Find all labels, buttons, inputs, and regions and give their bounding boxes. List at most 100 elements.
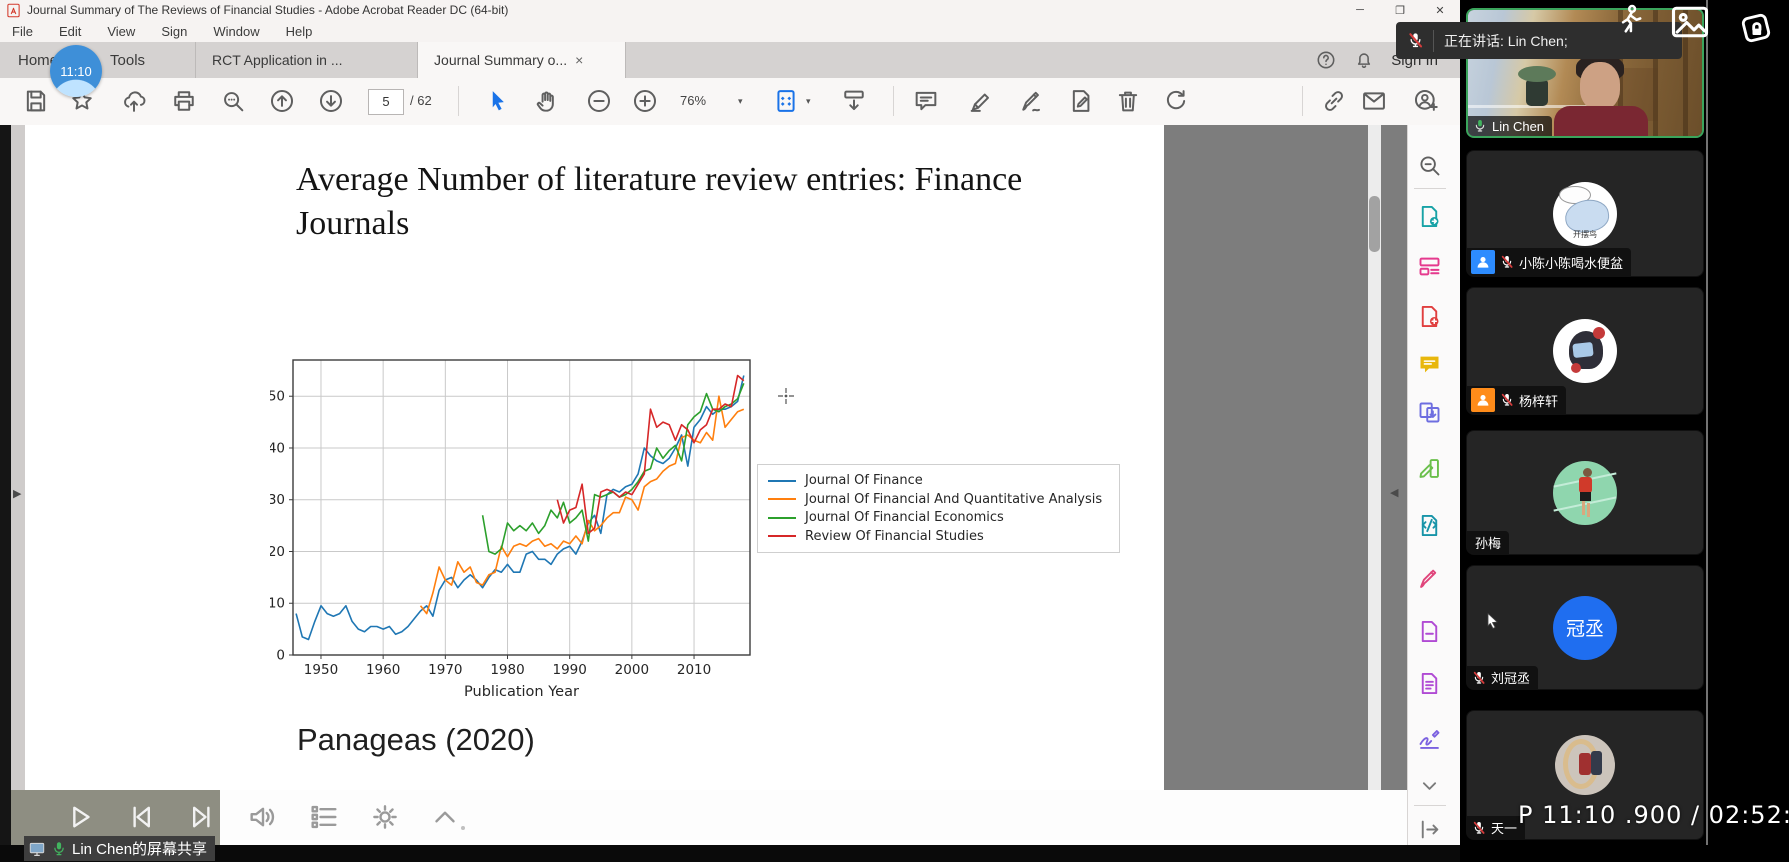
meeting-sidebar: Lin Chen 开摆鸟 小陈小陈喝水便盆 杨梓轩 [1460, 0, 1789, 862]
menu-file[interactable]: File [12, 24, 33, 39]
slide-title: Average Number of literature review entr… [296, 158, 1106, 246]
monitor-icon [28, 840, 46, 858]
page-total: / 62 [410, 89, 432, 113]
scrollbar-thumb[interactable] [1369, 196, 1380, 252]
participant-tile[interactable]: 孙梅 [1466, 430, 1704, 555]
tool-export-pdf-icon[interactable] [1416, 203, 1443, 230]
tool-request-signatures-icon[interactable] [1416, 726, 1443, 753]
doc-tab-journal-summary[interactable]: Journal Summary o... × [417, 42, 626, 78]
tool-organize-pages-icon[interactable] [1416, 253, 1443, 280]
mic-muted-icon [1499, 392, 1515, 408]
legend-entry: Journal Of Financial Economics [768, 510, 1119, 525]
tool-combine-files-icon[interactable] [1416, 399, 1443, 426]
tool-compress-pdf-icon[interactable] [1416, 512, 1443, 539]
select-cursor-icon[interactable] [484, 87, 512, 115]
mic-muted-icon [1499, 254, 1515, 270]
close-button[interactable]: ✕ [1420, 0, 1460, 20]
menu-view[interactable]: View [107, 24, 135, 39]
profile-sign-in-icon[interactable] [1412, 87, 1440, 115]
svg-text:2000: 2000 [615, 662, 649, 678]
trash-icon[interactable] [1114, 87, 1142, 115]
volume-icon[interactable] [246, 800, 280, 834]
mic-on-icon [50, 840, 68, 858]
comment-icon[interactable] [912, 87, 940, 115]
rotation-lock-icon[interactable] [1736, 8, 1776, 48]
menu-help[interactable]: Help [286, 24, 313, 39]
expand-panel-icon[interactable] [1416, 816, 1443, 843]
participant-tile[interactable]: 冠丞 刘冠丞 [1466, 565, 1704, 690]
avatar: 开摆鸟 [1553, 182, 1617, 246]
tool-create-pdf-icon[interactable] [1416, 303, 1443, 330]
legend-label: Journal Of Finance [805, 473, 923, 488]
svg-text:20: 20 [270, 544, 285, 560]
svg-text:0: 0 [276, 648, 285, 664]
save-icon[interactable] [22, 87, 50, 115]
participant-tile[interactable]: 开摆鸟 小陈小陈喝水便盆 [1466, 150, 1704, 277]
menu-sign[interactable]: Sign [161, 24, 187, 39]
tool-search-icon[interactable] [1416, 152, 1443, 179]
mic-muted-icon [1406, 31, 1425, 50]
fill-sign-icon[interactable] [1068, 87, 1096, 115]
menu-window[interactable]: Window [213, 24, 259, 39]
menu-edit[interactable]: Edit [59, 24, 81, 39]
line-chart: 195019601970198019902000201001020304050P… [270, 340, 770, 708]
previous-page-icon[interactable] [268, 87, 296, 115]
previous-track-icon[interactable] [124, 800, 158, 834]
legend-label: Journal Of Financial Economics [805, 510, 1004, 525]
page-number-input[interactable]: 5 [368, 89, 404, 115]
tools-more-chevron-icon[interactable] [1416, 772, 1443, 799]
recording-time-bubble: 11:10 [50, 45, 102, 97]
bell-icon[interactable] [1353, 49, 1375, 71]
minimize-button[interactable]: ─ [1340, 0, 1380, 20]
search-icon[interactable] [219, 87, 247, 115]
zoom-in-icon[interactable] [631, 87, 659, 115]
link-icon[interactable] [1320, 87, 1348, 115]
screenshot-image-icon[interactable] [1668, 0, 1712, 44]
zoom-level[interactable]: 76% [680, 89, 706, 113]
sign-pen-icon[interactable] [1018, 87, 1046, 115]
highlighter-icon[interactable] [967, 87, 995, 115]
zoom-out-icon[interactable] [585, 87, 613, 115]
slide-caption: Panageas (2020) [297, 722, 535, 758]
participant-tile[interactable]: 杨梓轩 [1466, 287, 1704, 415]
collapse-right-panel-arrow[interactable]: ◀ [1390, 486, 1398, 499]
menu-bar: File Edit View Sign Window Help [0, 20, 1460, 42]
tool-prepare-form-icon[interactable] [1416, 670, 1443, 697]
mail-icon[interactable] [1360, 87, 1388, 115]
print-icon[interactable] [170, 87, 198, 115]
window-title: Journal Summary of The Reviews of Financ… [27, 3, 508, 17]
cloud-upload-icon[interactable] [120, 87, 148, 115]
playlist-icon[interactable] [307, 800, 341, 834]
next-track-icon[interactable] [185, 800, 219, 834]
participant-name-label: 刘冠丞 [1467, 666, 1538, 689]
maximize-button[interactable]: ❐ [1380, 0, 1420, 20]
tool-fill-sign-icon[interactable] [1416, 565, 1443, 592]
hand-tool-icon[interactable] [533, 87, 561, 115]
play-icon[interactable] [63, 800, 97, 834]
tool-redact-icon[interactable] [1416, 618, 1443, 645]
acrobat-window: Journal Summary of The Reviews of Financ… [0, 0, 1460, 862]
participant-badge-icon [1471, 388, 1495, 412]
legend-entry: Journal Of Finance [768, 473, 1119, 488]
scrolling-mode-icon[interactable] [840, 87, 868, 115]
svg-text:40: 40 [270, 440, 285, 456]
doc-tab-rct[interactable]: RCT Application in ... [195, 42, 403, 78]
help-icon[interactable] [1315, 49, 1337, 71]
collapse-caret-icon[interactable] [428, 800, 462, 834]
next-page-icon[interactable] [317, 87, 345, 115]
tool-comment-icon[interactable] [1416, 351, 1443, 378]
settings-gear-icon[interactable] [368, 800, 402, 834]
rotate-icon[interactable] [1162, 87, 1190, 115]
walking-person-icon[interactable] [1612, 2, 1648, 38]
close-tab-icon[interactable]: × [575, 52, 583, 68]
sidebar-scroll-edge[interactable] [1706, 0, 1708, 845]
legend-swatch [768, 517, 796, 519]
expand-left-panel-arrow[interactable]: ▶ [13, 487, 21, 500]
participant-name-label: 孙梅 [1467, 531, 1509, 554]
zoom-dropdown-caret[interactable]: ▾ [738, 96, 743, 107]
page-view-icon[interactable] [772, 87, 800, 115]
avatar: 冠丞 [1553, 596, 1617, 660]
page-view-caret[interactable]: ▾ [806, 96, 811, 107]
tool-edit-pdf-icon[interactable] [1416, 455, 1443, 482]
mic-muted-icon [1471, 820, 1487, 836]
